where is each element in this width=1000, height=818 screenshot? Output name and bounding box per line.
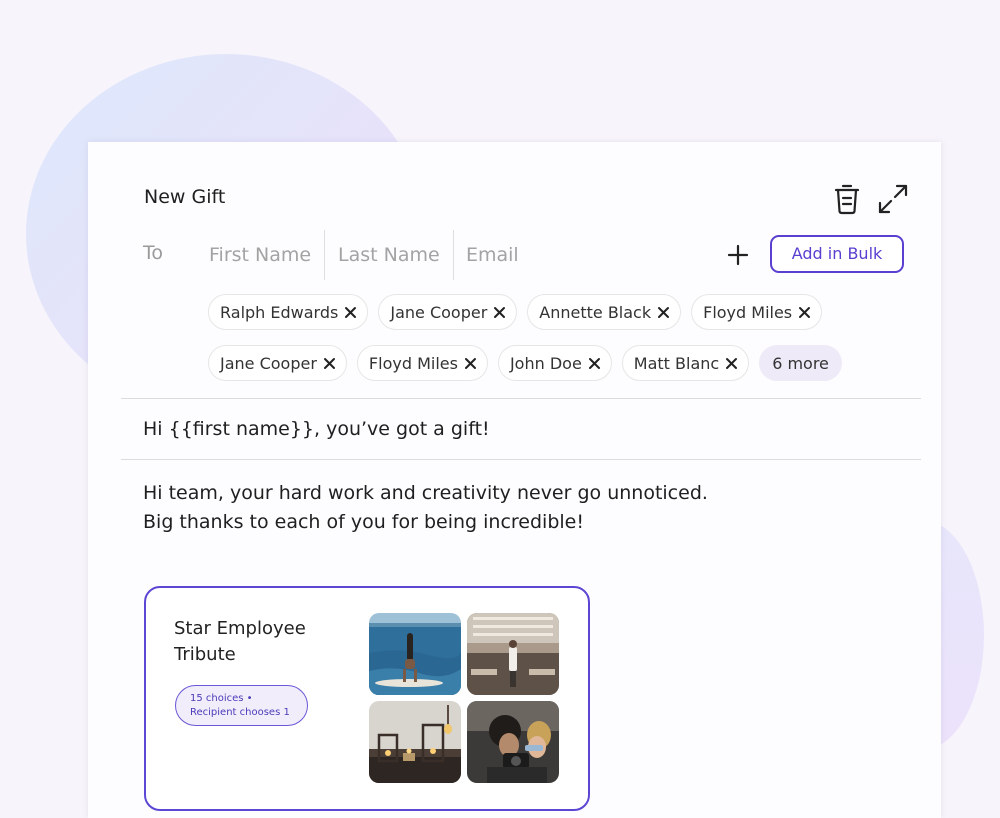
recipient-name: Jane Cooper <box>220 353 317 373</box>
message-line: Big thanks to each of you for being incr… <box>143 511 584 533</box>
choices-badge: 15 choices • Recipient chooses 1 <box>175 685 308 726</box>
recipient-chip: Floyd Miles <box>356 345 488 381</box>
recipient-name: Annette Black <box>539 302 652 322</box>
gift-title: Star Employee Tribute <box>174 618 306 665</box>
close-icon[interactable] <box>657 306 670 319</box>
recipient-name: John Doe <box>509 353 582 373</box>
field-divider <box>453 230 454 280</box>
add-in-bulk-button[interactable]: Add in Bulk <box>770 235 904 273</box>
gift-card[interactable]: Star Employee Tribute 15 choices • Recip… <box>144 586 590 811</box>
first-name-input[interactable]: First Name <box>209 230 323 280</box>
recipient-name: Floyd Miles <box>703 302 793 322</box>
recipient-chip: Matt Blanc <box>621 345 750 381</box>
recipient-chip: Jane Cooper <box>208 345 347 381</box>
restaurant-interior-photo <box>467 613 559 695</box>
recipient-name: Jane Cooper <box>390 302 488 322</box>
message-body[interactable]: Hi team, your hard work and creativity n… <box>143 479 708 537</box>
to-label: To <box>143 242 164 264</box>
close-icon[interactable] <box>344 306 357 319</box>
handstand-paddleboard-photo <box>369 613 461 695</box>
recipient-name: Ralph Edwards <box>220 302 339 322</box>
recipient-name: Floyd Miles <box>368 353 458 373</box>
recipient-chip: Jane Cooper <box>378 294 518 330</box>
last-name-input[interactable]: Last Name <box>338 230 452 280</box>
trash-icon[interactable] <box>833 183 861 215</box>
recipient-chip: John Doe <box>497 345 612 381</box>
badge-line: 15 choices • <box>190 693 253 704</box>
close-icon[interactable] <box>725 357 738 370</box>
gift-composer-card: New Gift To First Name Last Name Email A… <box>88 142 941 818</box>
email-input[interactable]: Email <box>466 230 566 280</box>
badge-line: Recipient chooses 1 <box>190 707 290 718</box>
message-line: Hi team, your hard work and creativity n… <box>143 482 708 504</box>
close-icon[interactable] <box>588 357 601 370</box>
field-divider <box>324 230 325 280</box>
close-icon[interactable] <box>464 357 477 370</box>
plus-icon[interactable] <box>726 243 750 267</box>
candle-lanterns-photo <box>369 701 461 783</box>
close-icon[interactable] <box>798 306 811 319</box>
subject-line[interactable]: Hi {{first name}}, you’ve got a gift! <box>143 418 490 440</box>
divider <box>121 459 921 460</box>
close-icon[interactable] <box>323 357 336 370</box>
recipient-chip: Annette Black <box>527 294 682 330</box>
more-recipients-chip[interactable]: 6 more <box>759 345 842 381</box>
close-icon[interactable] <box>493 306 506 319</box>
recipient-name: Matt Blanc <box>633 353 720 373</box>
recipient-chip: Floyd Miles <box>691 294 823 330</box>
composer-title: New Gift <box>144 186 226 208</box>
expand-icon[interactable] <box>878 184 908 214</box>
photographer-camera-photo <box>467 701 559 783</box>
divider <box>121 398 921 399</box>
recipient-chip: Ralph Edwards <box>208 294 369 330</box>
recipient-chips: Ralph Edwards Jane Cooper Annette Black … <box>208 294 908 396</box>
